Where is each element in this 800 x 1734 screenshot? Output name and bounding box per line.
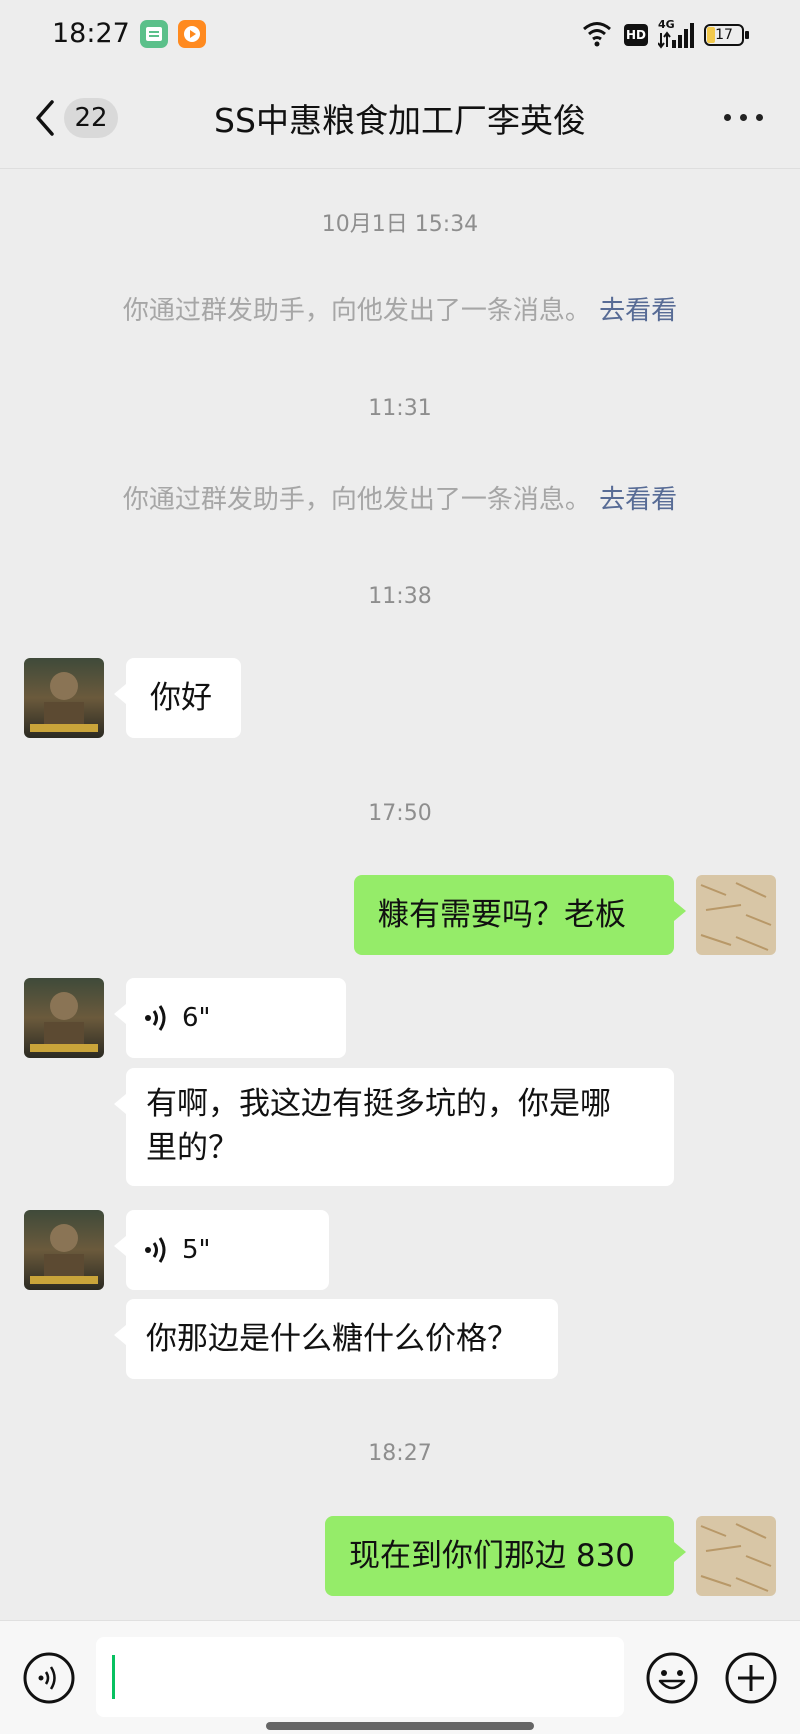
battery-icon: 17 bbox=[704, 24, 752, 48]
message-bubble-incoming[interactable]: 有啊，我这边有挺多坑的，你是哪 里的？ bbox=[114, 1068, 674, 1186]
hd-icon: HD bbox=[624, 24, 648, 46]
message-text-line: 里的？ bbox=[146, 1130, 239, 1166]
message-text: 糠有需要吗？老板 bbox=[378, 897, 626, 933]
text-caret bbox=[112, 1655, 115, 1699]
timestamp: 11:38 bbox=[368, 584, 432, 609]
voice-message-bubble[interactable]: 6" bbox=[114, 978, 346, 1058]
contact-avatar[interactable] bbox=[24, 658, 104, 738]
more-functions-button[interactable] bbox=[724, 1651, 778, 1705]
hd-label: HD bbox=[625, 28, 646, 42]
system-message: 你通过群发助手，向他发出了一条消息。 去看看 bbox=[0, 479, 800, 516]
emoji-icon bbox=[646, 1652, 698, 1704]
home-indicator[interactable] bbox=[266, 1722, 534, 1730]
timestamp: 18:27 bbox=[368, 1441, 432, 1466]
status-time: 18:27 bbox=[52, 18, 130, 49]
voice-duration: 5" bbox=[182, 1235, 211, 1265]
message-text: 你那边是什么糖什么价格？ bbox=[146, 1321, 518, 1357]
message-bubble-incoming[interactable]: 你好 bbox=[114, 658, 241, 738]
unread-count-badge[interactable]: 22 bbox=[64, 98, 118, 138]
message-input[interactable] bbox=[96, 1637, 624, 1717]
message-bubble-outgoing[interactable]: 糠有需要吗？老板 bbox=[354, 875, 686, 955]
emoji-button[interactable] bbox=[645, 1651, 699, 1705]
my-avatar[interactable] bbox=[696, 875, 776, 955]
system-message-text: 你通过群发助手，向他发出了一条消息。 bbox=[122, 485, 591, 515]
status-bar: 18:27 HD 4G 17 bbox=[0, 0, 800, 70]
message-bubble-incoming[interactable]: 你那边是什么糖什么价格？ bbox=[114, 1299, 558, 1379]
message-bubble-outgoing[interactable]: 现在到你们那边 830 bbox=[325, 1516, 686, 1596]
voice-input-button[interactable] bbox=[22, 1651, 76, 1705]
voice-wave-icon bbox=[145, 1237, 166, 1263]
plus-icon bbox=[725, 1652, 777, 1704]
battery-level: 17 bbox=[715, 27, 733, 43]
chevron-left-icon bbox=[36, 100, 54, 136]
signal-icon: 4G bbox=[657, 18, 694, 50]
voice-message-bubble[interactable]: 5" bbox=[114, 1210, 329, 1290]
timestamp: 11:31 bbox=[368, 396, 432, 421]
wifi-icon bbox=[582, 20, 612, 50]
voice-mode-icon bbox=[23, 1652, 75, 1704]
input-bar bbox=[0, 1620, 800, 1734]
network-label: 4G bbox=[658, 18, 675, 31]
back-button[interactable] bbox=[30, 98, 60, 138]
contact-avatar[interactable] bbox=[24, 1210, 104, 1290]
video-app-icon bbox=[178, 20, 206, 48]
chat-title: SS中惠粮食加工厂李英俊 bbox=[214, 101, 586, 140]
view-link[interactable]: 去看看 bbox=[599, 296, 677, 326]
contact-avatar[interactable] bbox=[24, 978, 104, 1058]
voice-duration: 6" bbox=[182, 1003, 211, 1033]
voice-wave-icon bbox=[145, 1005, 166, 1031]
view-link[interactable]: 去看看 bbox=[599, 485, 677, 515]
chat-header: 22 SS中惠粮食加工厂李英俊 bbox=[0, 70, 800, 169]
message-text: 你好 bbox=[150, 680, 212, 716]
message-text-line: 有啊，我这边有挺多坑的，你是哪 bbox=[146, 1086, 611, 1122]
system-message-text: 你通过群发助手，向他发出了一条消息。 bbox=[122, 296, 591, 326]
calendar-app-icon bbox=[140, 20, 168, 48]
timestamp: 10月1日 15:34 bbox=[321, 212, 479, 237]
more-options-button[interactable] bbox=[724, 114, 764, 124]
system-message: 你通过群发助手，向他发出了一条消息。 去看看 bbox=[0, 290, 800, 327]
timestamp: 17:50 bbox=[368, 801, 432, 826]
message-text: 现在到你们那边 830 bbox=[349, 1538, 636, 1574]
my-avatar[interactable] bbox=[696, 1516, 776, 1596]
